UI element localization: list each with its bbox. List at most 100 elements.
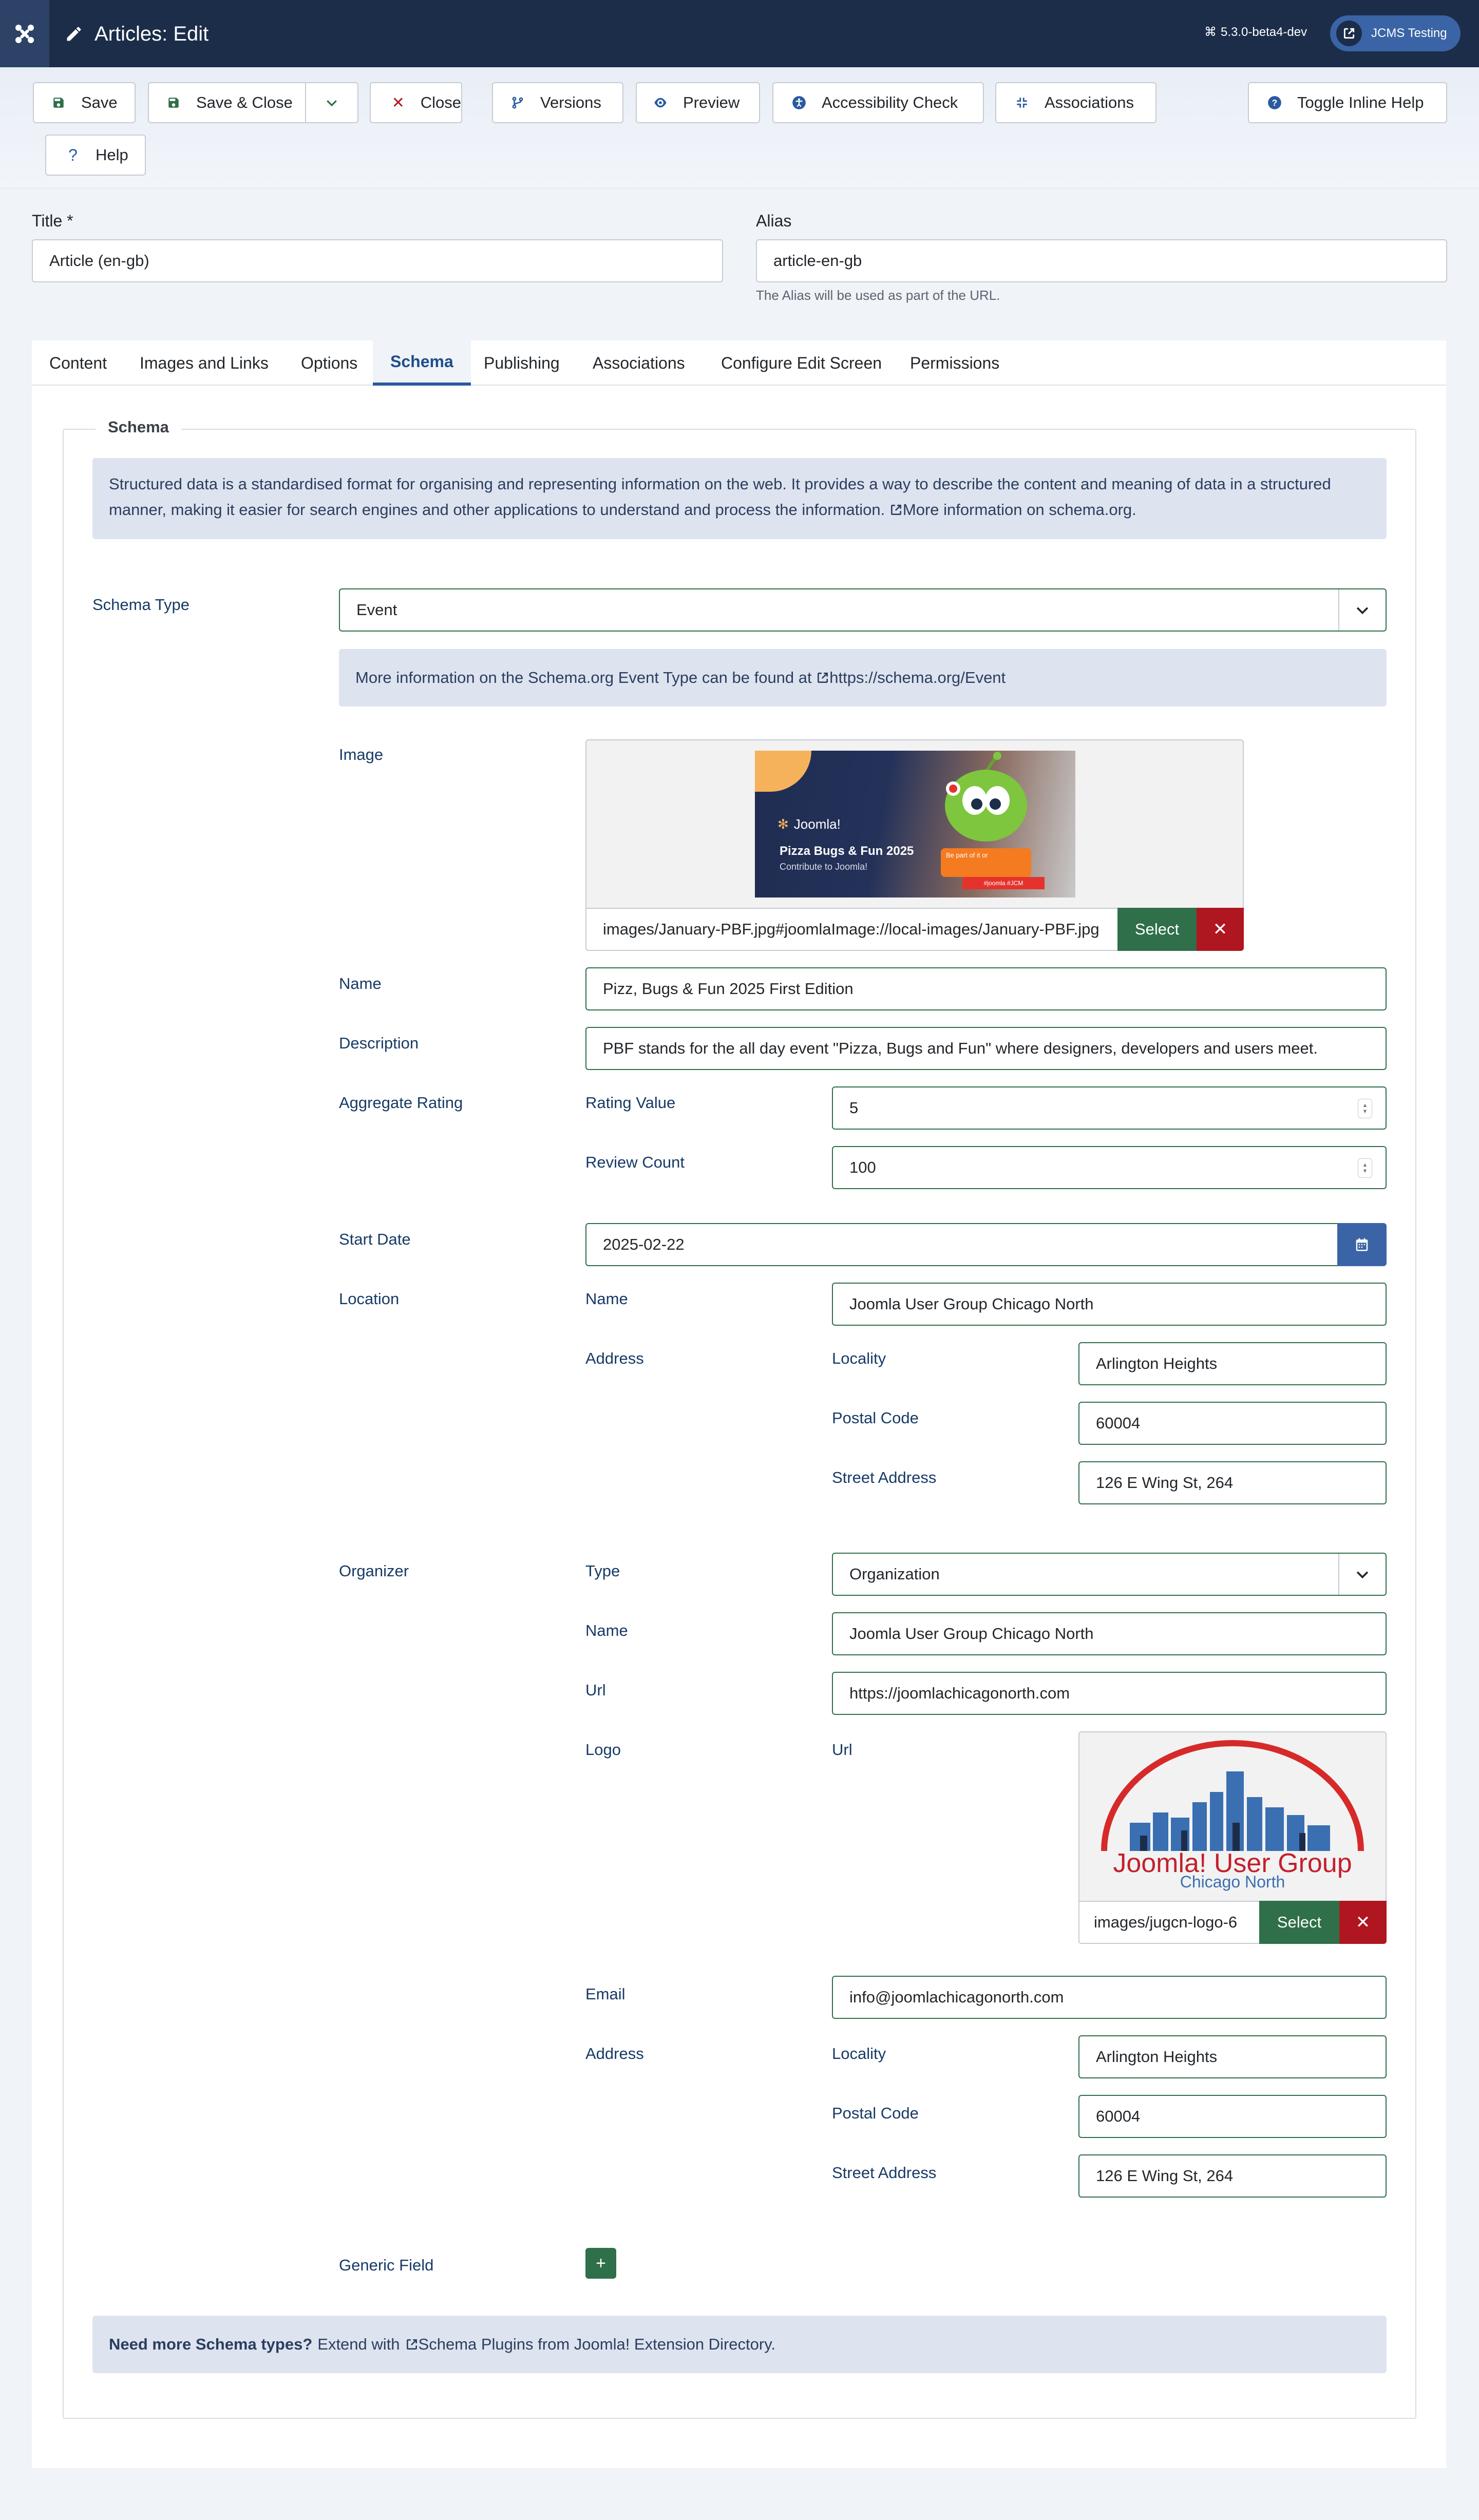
tab-permissions[interactable]: Permissions bbox=[894, 340, 1016, 386]
question-icon: ? bbox=[68, 145, 78, 164]
logo-remove-button[interactable]: ✕ bbox=[1339, 1901, 1387, 1944]
schema-intro-box: Structured data is a standardised format… bbox=[92, 458, 1387, 539]
alias-input[interactable]: article-en-gb bbox=[756, 239, 1447, 282]
description-label: Description bbox=[339, 1034, 419, 1052]
image-path-input[interactable]: images/January-PBF.jpg#joomlaImage://loc… bbox=[585, 908, 1120, 951]
schema-type-select[interactable]: Event bbox=[339, 588, 1387, 632]
close-button[interactable]: ✕ Close bbox=[370, 82, 462, 123]
associations-button[interactable]: Associations bbox=[995, 82, 1156, 123]
aggregate-rating-label: Aggregate Rating bbox=[339, 1094, 463, 1112]
tab-options[interactable]: Options bbox=[285, 340, 374, 386]
version-info: ⌘ 5.3.0-beta4-dev bbox=[1204, 25, 1307, 40]
schema-event-link[interactable]: https://schema.org/Event bbox=[829, 665, 1006, 691]
site-link-label: JCMS Testing bbox=[1371, 26, 1447, 40]
tab-images-links[interactable]: Images and Links bbox=[123, 340, 285, 386]
schema-type-label: Schema Type bbox=[92, 596, 189, 614]
tab-configure-edit-screen[interactable]: Configure Edit Screen bbox=[705, 340, 898, 386]
tab-associations[interactable]: Associations bbox=[576, 340, 701, 386]
organizer-label: Organizer bbox=[339, 1562, 409, 1580]
organizer-locality-input[interactable]: Arlington Heights bbox=[1078, 2035, 1387, 2078]
logo-url-label: Url bbox=[832, 1741, 852, 1759]
description-input[interactable]: PBF stands for the all day event "Pizza,… bbox=[585, 1027, 1387, 1070]
schema-intro-text: Structured data is a standardised format… bbox=[109, 475, 1331, 519]
schema-legend: Schema bbox=[96, 418, 181, 436]
organizer-email-input[interactable]: info@joomlachicagonorth.com bbox=[832, 1976, 1387, 2019]
save-label: Save bbox=[81, 93, 118, 111]
accessibility-check-button[interactable]: Accessibility Check bbox=[772, 82, 984, 123]
review-count-text: 100 bbox=[849, 1158, 876, 1176]
organizer-street-label: Street Address bbox=[832, 2164, 937, 2182]
title-input[interactable]: Article (en-gb) bbox=[32, 239, 723, 282]
floppy-icon bbox=[166, 96, 181, 110]
street-address-input[interactable]: 126 E Wing St, 264 bbox=[1078, 1461, 1387, 1504]
organizer-type-select[interactable]: Organization bbox=[832, 1553, 1387, 1596]
rating-value-input[interactable]: 5 ▲ ▼ bbox=[832, 1086, 1387, 1130]
toggle-help-label: Toggle Inline Help bbox=[1297, 93, 1424, 111]
organizer-name-input[interactable]: Joomla User Group Chicago North bbox=[832, 1612, 1387, 1655]
organizer-url-input[interactable]: https://joomlachicagonorth.com bbox=[832, 1672, 1387, 1715]
location-name-input[interactable]: Joomla User Group Chicago North bbox=[832, 1283, 1387, 1326]
bug-mascot-icon bbox=[945, 752, 1027, 842]
organizer-name-label: Name bbox=[585, 1621, 628, 1639]
postal-code-input[interactable]: 60004 bbox=[1078, 1402, 1387, 1445]
chicago-skyline-icon: Joomla! User Group Chicago North bbox=[1101, 1740, 1364, 1891]
alias-hint: The Alias will be used as part of the UR… bbox=[756, 288, 1000, 303]
organizer-postal-input[interactable]: 60004 bbox=[1078, 2095, 1387, 2138]
help-button[interactable]: ? Help bbox=[45, 135, 146, 176]
save-close-button[interactable]: Save & Close bbox=[148, 82, 306, 123]
rating-value-text: 5 bbox=[849, 1099, 859, 1117]
chevron-down-icon bbox=[1338, 1554, 1386, 1595]
schema-org-link[interactable]: More information on schema.org. bbox=[903, 501, 1136, 519]
external-link-icon bbox=[405, 2332, 419, 2357]
external-link-icon bbox=[889, 501, 903, 519]
versions-button[interactable]: Versions bbox=[492, 82, 623, 123]
joomla-logo[interactable] bbox=[0, 0, 49, 67]
image-label: Image bbox=[339, 746, 384, 763]
organizer-street-input[interactable]: 126 E Wing St, 264 bbox=[1078, 2154, 1387, 2198]
review-count-input[interactable]: 100 ▲ ▼ bbox=[832, 1146, 1387, 1189]
compress-icon bbox=[1015, 96, 1029, 110]
schema-type-value: Event bbox=[356, 601, 397, 619]
logo-select-button[interactable]: Select bbox=[1259, 1901, 1339, 1944]
external-link-icon bbox=[816, 665, 829, 691]
floppy-icon bbox=[51, 96, 66, 110]
joomla-logo-icon bbox=[15, 24, 34, 43]
schema-plugins-link[interactable]: Schema Plugins from Joomla! Extension Di… bbox=[419, 2332, 775, 2357]
versions-label: Versions bbox=[540, 93, 601, 111]
image-select-button[interactable]: Select bbox=[1117, 908, 1197, 951]
organizer-email-label: Email bbox=[585, 1985, 625, 2003]
toggle-inline-help-button[interactable]: ? Toggle Inline Help bbox=[1248, 82, 1447, 123]
chevron-down-icon bbox=[1338, 589, 1386, 631]
calendar-button[interactable] bbox=[1337, 1223, 1387, 1266]
number-spinner-icon[interactable]: ▲ ▼ bbox=[1358, 1099, 1372, 1118]
preview-button[interactable]: Preview bbox=[636, 82, 760, 123]
organizer-url-label: Url bbox=[585, 1681, 606, 1699]
save-button[interactable]: Save bbox=[33, 82, 136, 123]
banner-brand-text: Joomla! bbox=[793, 816, 841, 832]
jugcn-logo-image: Joomla! User Group Chicago North bbox=[1084, 1735, 1381, 1895]
tab-content[interactable]: Content bbox=[32, 340, 124, 386]
more-schema-text: Extend with bbox=[317, 2335, 400, 2353]
tab-schema[interactable]: Schema bbox=[373, 340, 471, 386]
name-input[interactable]: Pizz, Bugs & Fun 2025 First Edition bbox=[585, 967, 1387, 1010]
generic-field-label: Generic Field bbox=[339, 2256, 434, 2274]
logo-label: Logo bbox=[585, 1741, 621, 1759]
external-link-icon bbox=[1336, 21, 1362, 46]
start-date-label: Start Date bbox=[339, 1230, 411, 1248]
locality-input[interactable]: Arlington Heights bbox=[1078, 1342, 1387, 1385]
organizer-address-label: Address bbox=[585, 2045, 644, 2063]
start-date-input[interactable]: 2025-02-22 bbox=[585, 1223, 1338, 1266]
banner-subline: Contribute to Joomla! bbox=[780, 862, 868, 872]
number-spinner-icon[interactable]: ▲ ▼ bbox=[1358, 1158, 1372, 1178]
logo-path-input[interactable]: images/jugcn-logo-6 bbox=[1078, 1901, 1260, 1944]
title-label: Title * bbox=[32, 212, 73, 230]
add-generic-field-button[interactable]: + bbox=[585, 2248, 616, 2279]
save-dropdown-toggle[interactable] bbox=[305, 82, 358, 123]
tab-publishing[interactable]: Publishing bbox=[467, 340, 576, 386]
accessibility-label: Accessibility Check bbox=[822, 93, 958, 111]
pencil-icon bbox=[67, 27, 81, 41]
image-remove-button[interactable]: ✕ bbox=[1197, 908, 1244, 951]
banner-shape bbox=[755, 751, 811, 792]
svg-text:?: ? bbox=[1272, 98, 1278, 108]
site-link-button[interactable]: JCMS Testing bbox=[1330, 15, 1461, 51]
